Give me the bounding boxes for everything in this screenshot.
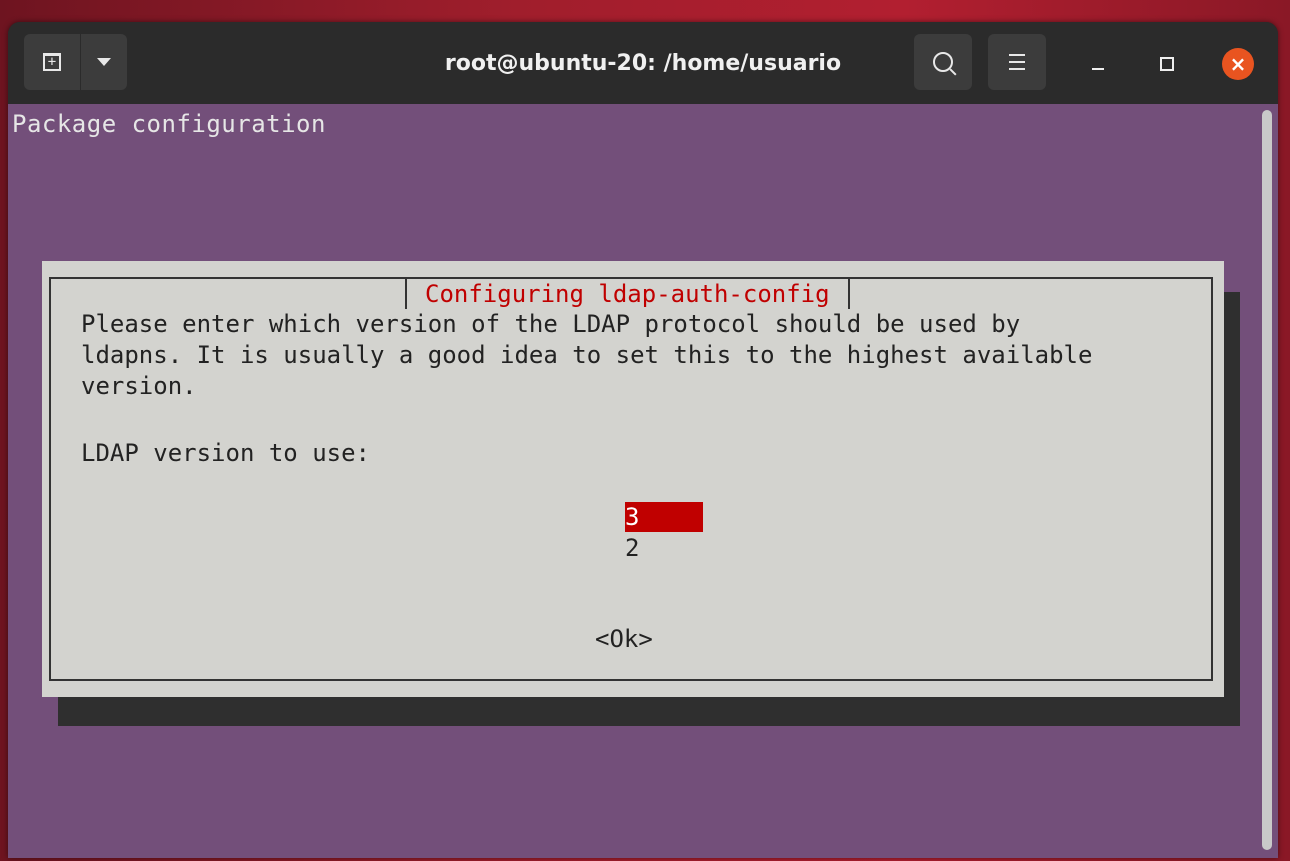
titlebar: + root@ubuntu-20: /home/usuario × [8, 22, 1278, 104]
terminal-header-text: Package configuration [12, 110, 326, 138]
new-tab-icon: + [43, 53, 61, 71]
ldap-version-prompt: LDAP version to use: [81, 439, 370, 467]
new-tab-button[interactable]: + [24, 34, 80, 90]
ok-button[interactable]: <Ok> [595, 625, 653, 653]
option-ldap-version-2[interactable]: 2 [625, 533, 703, 563]
minimize-icon [1092, 68, 1104, 70]
close-icon: × [1229, 52, 1247, 76]
search-icon [933, 52, 953, 72]
terminal-window: + root@ubuntu-20: /home/usuario × Packag… [8, 22, 1278, 858]
option-ldap-version-3[interactable]: 3 [625, 502, 703, 532]
dialog-title: Configuring ldap-auth-config [405, 279, 850, 309]
search-button[interactable] [914, 34, 972, 90]
menu-button[interactable] [988, 34, 1046, 90]
dropdown-caret-icon [97, 58, 111, 66]
scrollbar-thumb[interactable] [1262, 110, 1272, 850]
config-dialog: Configuring ldap-auth-config Please ente… [42, 261, 1224, 697]
close-button[interactable]: × [1222, 48, 1254, 80]
maximize-button[interactable] [1151, 48, 1183, 80]
minimize-button[interactable] [1082, 48, 1114, 80]
terminal-area[interactable]: Package configuration Configuring ldap-a… [8, 104, 1278, 858]
hamburger-menu-icon [1009, 54, 1025, 70]
dialog-description: Please enter which version of the LDAP p… [81, 310, 1093, 400]
maximize-icon [1160, 57, 1174, 71]
new-tab-dropdown-button[interactable] [81, 34, 127, 90]
dialog-frame: Configuring ldap-auth-config Please ente… [49, 277, 1213, 681]
